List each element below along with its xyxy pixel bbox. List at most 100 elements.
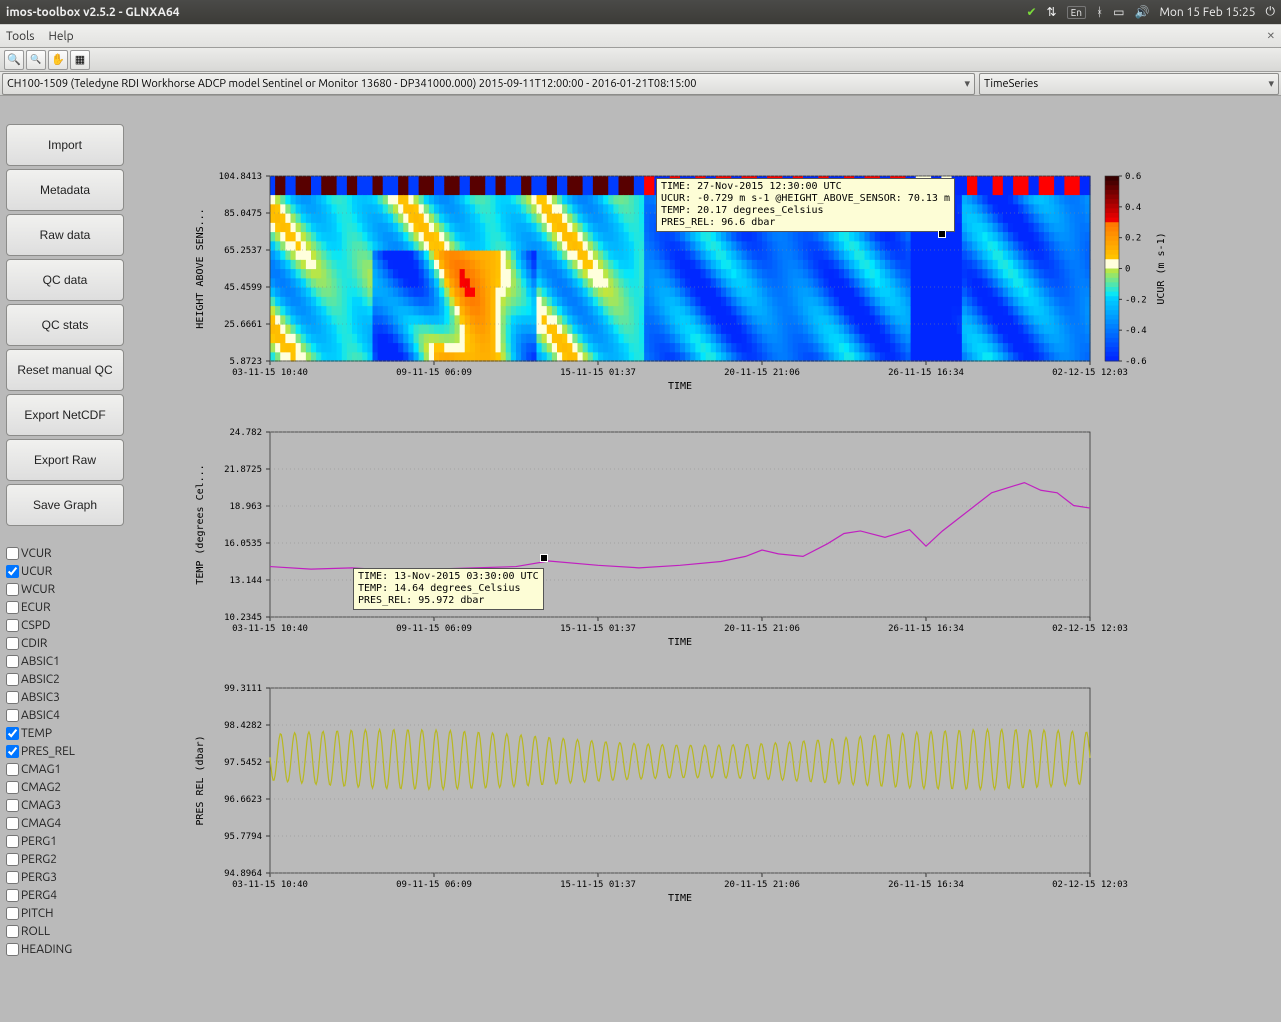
- qc-data-button[interactable]: QC data: [6, 259, 124, 301]
- svg-text:21.8725: 21.8725: [224, 465, 262, 475]
- variable-item-cmag4[interactable]: CMAG4: [6, 814, 146, 832]
- export-netcdf-button[interactable]: Export NetCDF: [6, 394, 124, 436]
- variable-item-ucur[interactable]: UCUR: [6, 562, 146, 580]
- svg-text:18.963: 18.963: [229, 502, 262, 512]
- svg-text:98.4282: 98.4282: [224, 721, 262, 731]
- svg-text:UCUR (m s-1): UCUR (m s-1): [1156, 232, 1167, 304]
- svg-text:03-11-15 10:40: 03-11-15 10:40: [232, 624, 308, 634]
- variable-item-absic1[interactable]: ABSIC1: [6, 652, 146, 670]
- variable-item-perg4[interactable]: PERG4: [6, 886, 146, 904]
- bluetooth-icon: ᚼ: [1096, 6, 1103, 19]
- svg-text:0: 0: [1125, 265, 1130, 275]
- variable-checkbox[interactable]: [6, 547, 19, 560]
- variable-checkbox[interactable]: [6, 655, 19, 668]
- raw-data-button[interactable]: Raw data: [6, 214, 124, 256]
- pan-icon[interactable]: ✋: [48, 50, 68, 70]
- variable-checkbox[interactable]: [6, 637, 19, 650]
- variable-item-ecur[interactable]: ECUR: [6, 598, 146, 616]
- menu-help[interactable]: Help: [49, 30, 74, 43]
- menu-tools[interactable]: Tools: [6, 30, 35, 43]
- variable-item-temp[interactable]: TEMP: [6, 724, 146, 742]
- zoom-in-icon[interactable]: 🔍: [4, 50, 24, 70]
- svg-text:10.2345: 10.2345: [224, 613, 262, 623]
- menu-bar: Tools Help ✕: [0, 24, 1281, 48]
- view-label: TimeSeries: [984, 78, 1038, 90]
- variable-item-cmag3[interactable]: CMAG3: [6, 796, 146, 814]
- variable-item-absic4[interactable]: ABSIC4: [6, 706, 146, 724]
- variable-checkbox[interactable]: [6, 871, 19, 884]
- variable-item-perg1[interactable]: PERG1: [6, 832, 146, 850]
- variable-label: CMAG3: [21, 799, 61, 812]
- variable-checkbox[interactable]: [6, 799, 19, 812]
- svg-text:99.3111: 99.3111: [224, 684, 262, 694]
- variable-checkbox[interactable]: [6, 907, 19, 920]
- svg-text:09-11-15 06:09: 09-11-15 06:09: [396, 368, 472, 378]
- svg-text:0.2: 0.2: [1125, 234, 1141, 244]
- variable-checkbox[interactable]: [6, 853, 19, 866]
- variable-label: CMAG4: [21, 817, 61, 830]
- variable-item-perg3[interactable]: PERG3: [6, 868, 146, 886]
- variable-item-cmag1[interactable]: CMAG1: [6, 760, 146, 778]
- chevron-down-icon: ▾: [964, 77, 970, 90]
- clock: Mon 15 Feb 15:25: [1159, 6, 1255, 19]
- variable-item-roll[interactable]: ROLL: [6, 922, 146, 940]
- variable-item-cspd[interactable]: CSPD: [6, 616, 146, 634]
- variable-checkbox[interactable]: [6, 583, 19, 596]
- import-button[interactable]: Import: [6, 124, 124, 166]
- qc-stats-button[interactable]: QC stats: [6, 304, 124, 346]
- variable-item-cdir[interactable]: CDIR: [6, 634, 146, 652]
- svg-text:13.144: 13.144: [229, 576, 262, 586]
- variable-item-perg2[interactable]: PERG2: [6, 850, 146, 868]
- dataset-dropdown[interactable]: CH100-1509 (Teledyne RDI Workhorse ADCP …: [2, 73, 975, 95]
- variable-item-wcur[interactable]: WCUR: [6, 580, 146, 598]
- svg-text:45.4599: 45.4599: [224, 283, 262, 293]
- variable-checkbox[interactable]: [6, 565, 19, 578]
- svg-text:03-11-15 10:40: 03-11-15 10:40: [232, 880, 308, 890]
- variable-item-vcur[interactable]: VCUR: [6, 544, 146, 562]
- export-raw-button[interactable]: Export Raw: [6, 439, 124, 481]
- workspace: Import Metadata Raw data QC data QC stat…: [0, 96, 1281, 1022]
- variable-item-pres_rel[interactable]: PRES_REL: [6, 742, 146, 760]
- zoom-out-icon[interactable]: 🔍: [26, 50, 46, 70]
- variable-checkbox[interactable]: [6, 781, 19, 794]
- variable-checkbox[interactable]: [6, 763, 19, 776]
- variable-checkbox[interactable]: [6, 673, 19, 686]
- variable-item-absic2[interactable]: ABSIC2: [6, 670, 146, 688]
- variable-checkbox[interactable]: [6, 835, 19, 848]
- variable-checkbox[interactable]: [6, 745, 19, 758]
- svg-text:-0.2: -0.2: [1125, 295, 1147, 305]
- metadata-button[interactable]: Metadata: [6, 169, 124, 211]
- variable-label: PERG2: [21, 853, 57, 866]
- svg-text:94.8964: 94.8964: [224, 869, 262, 879]
- reset-qc-button[interactable]: Reset manual QC: [6, 349, 124, 391]
- variable-checkbox[interactable]: [6, 691, 19, 704]
- svg-text:25.6661: 25.6661: [224, 320, 262, 330]
- variable-checkbox[interactable]: [6, 709, 19, 722]
- sync-ok-icon: ✔: [1026, 5, 1036, 19]
- view-dropdown[interactable]: TimeSeries ▾: [979, 73, 1279, 95]
- variable-checkbox[interactable]: [6, 889, 19, 902]
- svg-text:97.5452: 97.5452: [224, 758, 262, 768]
- variable-checkbox[interactable]: [6, 727, 19, 740]
- svg-text:20-11-15 21:06: 20-11-15 21:06: [724, 880, 800, 890]
- svg-text:85.0475: 85.0475: [224, 209, 262, 219]
- close-icon[interactable]: ✕: [1267, 30, 1275, 42]
- svg-text:65.2537: 65.2537: [224, 246, 262, 256]
- data-cursor-icon[interactable]: ▦: [70, 50, 90, 70]
- svg-text:03-11-15 10:40: 03-11-15 10:40: [232, 368, 308, 378]
- variable-checkbox[interactable]: [6, 925, 19, 938]
- variable-item-cmag2[interactable]: CMAG2: [6, 778, 146, 796]
- battery-icon: ▭: [1113, 5, 1124, 19]
- variable-item-absic3[interactable]: ABSIC3: [6, 688, 146, 706]
- variable-item-heading[interactable]: HEADING: [6, 940, 146, 958]
- variable-checkbox[interactable]: [6, 943, 19, 956]
- variable-label: CMAG1: [21, 763, 61, 776]
- variable-checkbox[interactable]: [6, 817, 19, 830]
- svg-text:09-11-15 06:09: 09-11-15 06:09: [396, 624, 472, 634]
- svg-text:0.4: 0.4: [1125, 203, 1141, 213]
- variable-item-pitch[interactable]: PITCH: [6, 904, 146, 922]
- save-graph-button[interactable]: Save Graph: [6, 484, 124, 526]
- os-titlebar: imos-toolbox v2.5.2 - GLNXA64 ✔ ⇅ En ᚼ ▭…: [0, 0, 1281, 24]
- variable-checkbox[interactable]: [6, 619, 19, 632]
- variable-checkbox[interactable]: [6, 601, 19, 614]
